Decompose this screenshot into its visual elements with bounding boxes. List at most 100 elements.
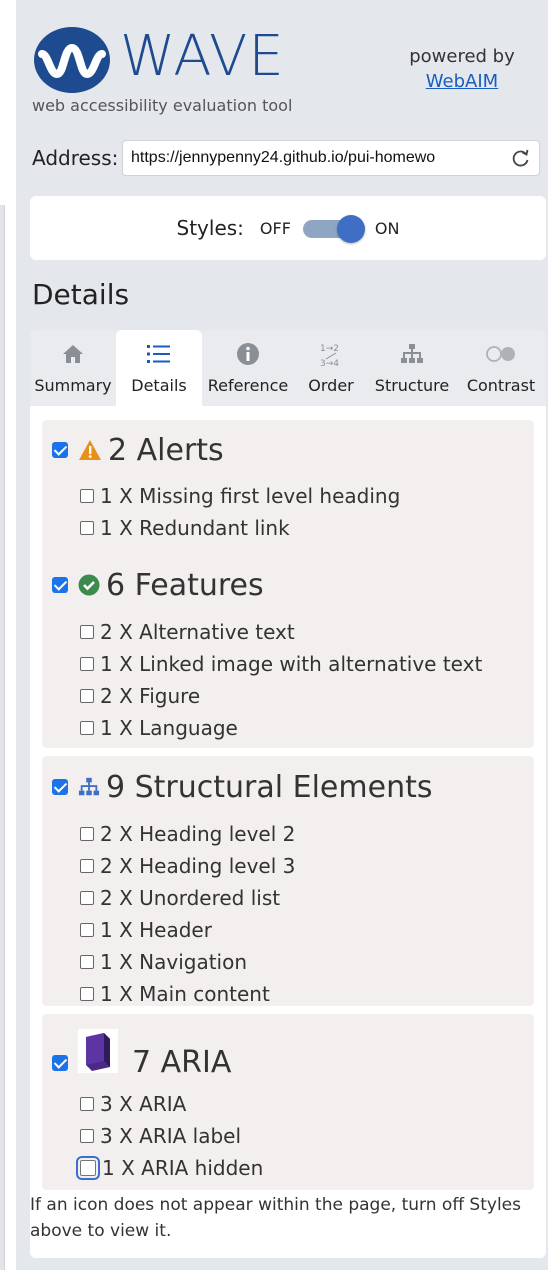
styles-toggle-panel: Styles: OFF ON bbox=[30, 196, 546, 260]
feature-item[interactable]: 1 X Language bbox=[80, 712, 534, 744]
tab-bar: Summary Details Reference 1→2 3→4 Order … bbox=[30, 330, 546, 406]
styles-on-label: ON bbox=[374, 218, 400, 238]
features-title: 6 Features bbox=[106, 567, 264, 603]
list-icon bbox=[146, 340, 172, 368]
item-checkbox[interactable] bbox=[80, 689, 94, 703]
item-label: 3 X ARIA label bbox=[100, 1124, 242, 1148]
structure-item[interactable]: 1 X Navigation bbox=[80, 946, 534, 978]
aria-item[interactable]: 3 X ARIA label bbox=[80, 1120, 534, 1152]
item-label: 2 X Heading level 2 bbox=[100, 822, 296, 846]
alerts-group: 2 Alerts 1 X Missing first level heading… bbox=[42, 420, 534, 560]
aria-item[interactable]: 3 X ARIA bbox=[80, 1088, 534, 1120]
alert-item[interactable]: 1 X Redundant link bbox=[80, 512, 534, 544]
item-checkbox[interactable] bbox=[80, 625, 94, 639]
item-label: 2 X Alternative text bbox=[100, 620, 295, 644]
aria-title: 7 ARIA bbox=[132, 1044, 232, 1080]
item-label: 1 X Linked image with alternative text bbox=[100, 652, 483, 676]
aria-items: 3 X ARIA 3 X ARIA label 1 X ARIA hidden bbox=[42, 1088, 534, 1184]
aria-checkbox[interactable] bbox=[52, 1055, 68, 1071]
structure-group: 9 Structural Elements 2 X Heading level … bbox=[42, 756, 534, 1006]
app-name: WAVE bbox=[120, 24, 285, 89]
item-checkbox[interactable] bbox=[80, 891, 94, 905]
styles-off-label: OFF bbox=[259, 218, 291, 238]
item-label: 2 X Unordered list bbox=[100, 886, 281, 910]
alerts-checkbox[interactable] bbox=[52, 442, 68, 458]
address-box bbox=[122, 140, 540, 176]
contrast-icon bbox=[484, 340, 518, 368]
item-checkbox[interactable] bbox=[80, 1097, 94, 1111]
styles-label: Styles: bbox=[176, 216, 244, 240]
webaim-link[interactable]: WebAIM bbox=[392, 71, 532, 92]
feature-item[interactable]: 2 X Alternative text bbox=[80, 616, 534, 648]
item-label: 2 X Heading level 3 bbox=[100, 854, 296, 878]
tab-structure[interactable]: Structure bbox=[368, 330, 456, 406]
wave-sidebar: WAVE web accessibility evaluation tool p… bbox=[16, 0, 548, 1270]
tab-summary[interactable]: Summary bbox=[30, 330, 116, 406]
powered-by: powered by WebAIM bbox=[392, 46, 532, 92]
structure-item[interactable]: 2 X Unordered list bbox=[80, 882, 534, 914]
aria-group: 7 ARIA 3 X ARIA 3 X ARIA label 1 X ARIA … bbox=[42, 1014, 534, 1190]
address-row: Address: bbox=[32, 140, 540, 176]
tab-details-label: Details bbox=[131, 376, 187, 395]
footer-note: If an icon does not appear within the pa… bbox=[30, 1195, 521, 1241]
feature-item[interactable]: 2 X Figure bbox=[80, 680, 534, 712]
alerts-header: 2 Alerts bbox=[42, 420, 534, 480]
toggle-knob[interactable] bbox=[336, 215, 365, 243]
details-panel: 2 Alerts 1 X Missing first level heading… bbox=[30, 406, 546, 1258]
item-checkbox-focused[interactable] bbox=[76, 1156, 100, 1180]
tab-reference-label: Reference bbox=[207, 376, 289, 395]
item-label: 1 X Main content bbox=[100, 982, 270, 1006]
tab-summary-label: Summary bbox=[34, 376, 112, 395]
powered-by-label: powered by bbox=[409, 46, 515, 67]
structure-header: 9 Structural Elements bbox=[42, 756, 534, 818]
tab-order[interactable]: 1→2 3→4 Order bbox=[294, 330, 368, 406]
alert-item[interactable]: 1 X Missing first level heading bbox=[80, 480, 534, 512]
item-checkbox[interactable] bbox=[80, 955, 94, 969]
details-title: Details bbox=[32, 278, 130, 311]
item-label: 2 X Figure bbox=[100, 684, 201, 708]
features-group: 6 Features 2 X Alternative text 1 X Link… bbox=[42, 554, 534, 748]
structure-item[interactable]: 1 X Header bbox=[80, 914, 534, 946]
page-edge-border bbox=[0, 205, 5, 1270]
item-checkbox[interactable] bbox=[80, 827, 94, 841]
svg-text:3→4: 3→4 bbox=[320, 359, 339, 368]
structure-checkbox[interactable] bbox=[52, 779, 68, 795]
item-checkbox[interactable] bbox=[80, 489, 94, 503]
item-checkbox[interactable] bbox=[80, 859, 94, 873]
info-icon bbox=[236, 340, 260, 368]
structure-title: 9 Structural Elements bbox=[106, 769, 433, 805]
tab-contrast-label: Contrast bbox=[466, 376, 536, 395]
item-checkbox[interactable] bbox=[80, 657, 94, 671]
item-checkbox[interactable] bbox=[80, 987, 94, 1001]
item-checkbox[interactable] bbox=[80, 1129, 94, 1143]
item-label: 1 X Missing first level heading bbox=[100, 484, 401, 508]
tab-details[interactable]: Details bbox=[116, 330, 202, 406]
tab-structure-label: Structure bbox=[374, 376, 450, 395]
aria-item[interactable]: 1 X ARIA hidden bbox=[76, 1152, 534, 1184]
styles-toggle-switch[interactable] bbox=[301, 215, 365, 243]
alerts-title: 2 Alerts bbox=[108, 432, 224, 468]
alerts-items: 1 X Missing first level heading 1 X Redu… bbox=[42, 480, 534, 544]
structure-item[interactable]: 1 X Main content bbox=[80, 978, 534, 1010]
warning-icon bbox=[78, 439, 102, 461]
item-label: 1 X ARIA hidden bbox=[102, 1156, 264, 1180]
reload-icon[interactable] bbox=[511, 148, 531, 168]
structure-items: 2 X Heading level 2 2 X Heading level 3 … bbox=[42, 818, 534, 1010]
item-checkbox[interactable] bbox=[80, 923, 94, 937]
feature-item[interactable]: 1 X Linked image with alternative text bbox=[80, 648, 534, 680]
svg-text:1→2: 1→2 bbox=[320, 344, 339, 354]
item-label: 3 X ARIA bbox=[100, 1092, 187, 1116]
check-circle-icon bbox=[78, 574, 100, 596]
item-checkbox[interactable] bbox=[80, 521, 94, 535]
aria-header: 7 ARIA bbox=[42, 1014, 534, 1088]
features-checkbox[interactable] bbox=[52, 577, 68, 593]
tab-contrast[interactable]: Contrast bbox=[456, 330, 546, 406]
address-input[interactable] bbox=[131, 149, 505, 167]
structure-item[interactable]: 2 X Heading level 2 bbox=[80, 818, 534, 850]
item-checkbox[interactable] bbox=[80, 721, 94, 735]
features-items: 2 X Alternative text 1 X Linked image wi… bbox=[42, 616, 534, 744]
features-header: 6 Features bbox=[42, 554, 534, 616]
structure-item[interactable]: 2 X Heading level 3 bbox=[80, 850, 534, 882]
tab-reference[interactable]: Reference bbox=[202, 330, 294, 406]
home-icon bbox=[61, 340, 85, 368]
